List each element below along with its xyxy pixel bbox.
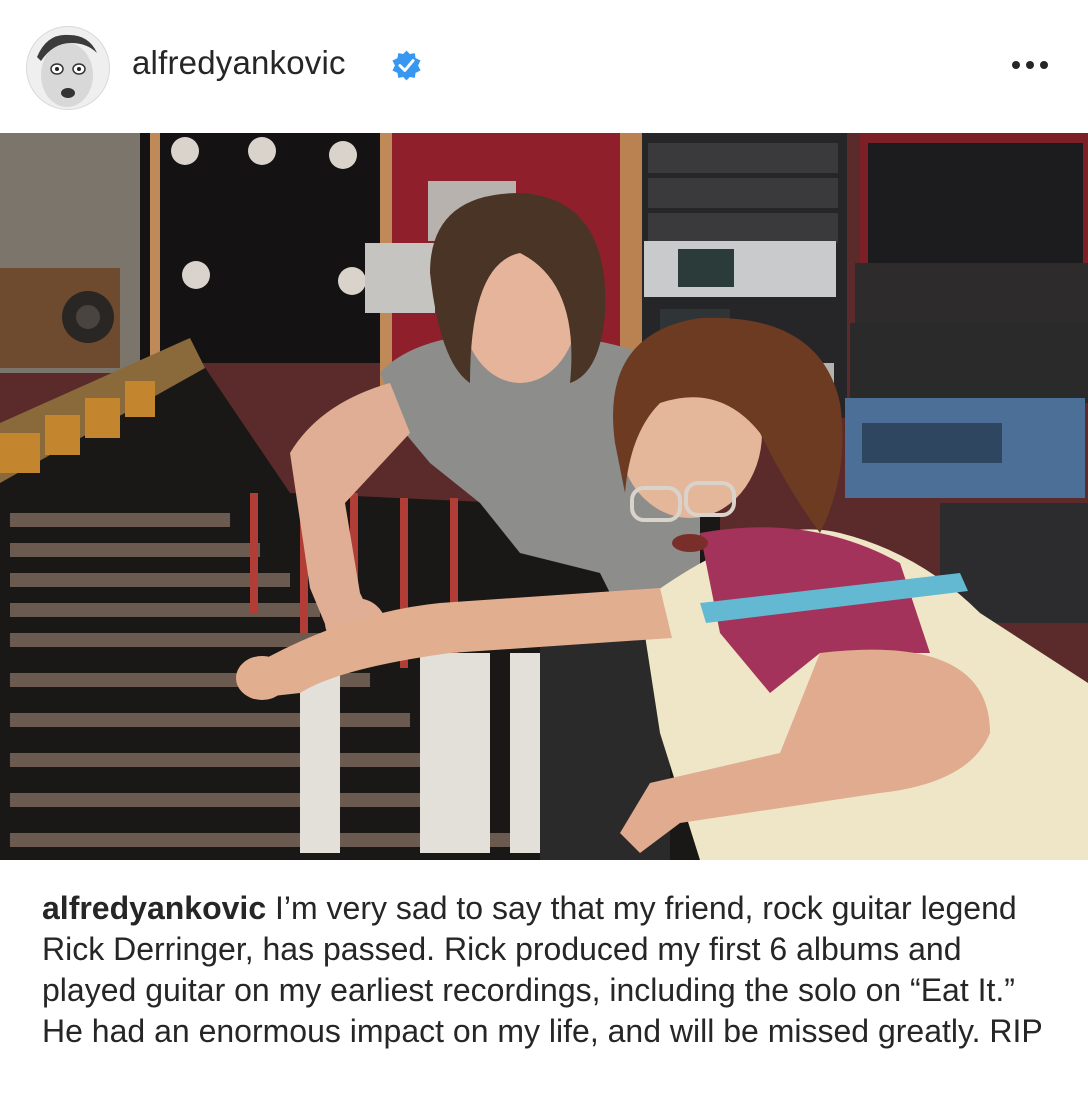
post-photo[interactable]	[0, 133, 1088, 860]
post-username[interactable]: alfredyankovic	[132, 44, 346, 82]
caption-username[interactable]: alfredyankovic	[42, 890, 266, 926]
more-options-icon[interactable]	[1006, 48, 1054, 82]
post-caption: alfredyankovic I’m very sad to say that …	[42, 888, 1052, 1052]
post-header: alfredyankovic	[0, 0, 1088, 133]
studio-photo	[0, 133, 1088, 860]
avatar-face-icon	[27, 27, 109, 109]
profile-avatar[interactable]	[26, 26, 110, 110]
verified-badge-icon	[392, 50, 421, 81]
